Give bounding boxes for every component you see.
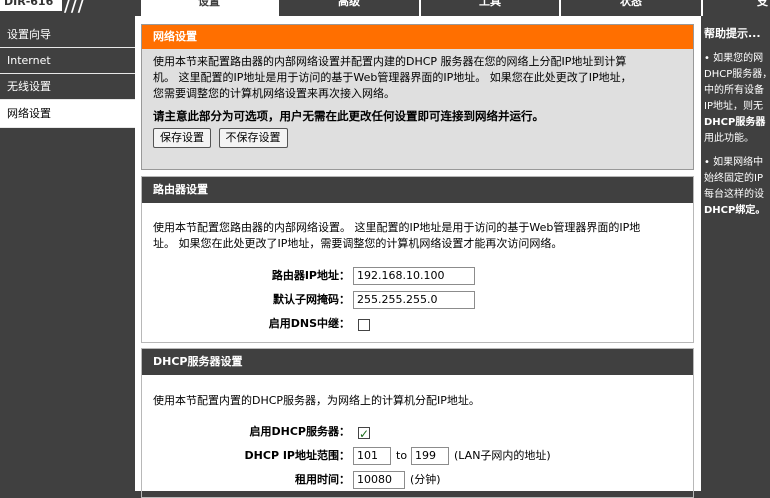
help-panel: 帮助提示... • 如果您的网 DHCP服务器， 中的所有设备 IP地址，则无 … xyxy=(701,16,770,491)
range-to-text: to xyxy=(396,449,408,462)
intro-text-line: 使用本节来配置路由器的内部网络设置并配置内建的DHCP 服务器在您的网络上分配I… xyxy=(153,55,627,68)
subnet-mask-label: 默认子网掩码： xyxy=(273,293,350,306)
dns-relay-checkbox[interactable] xyxy=(358,319,370,331)
dns-relay-label: 启用DNS中继： xyxy=(268,317,350,330)
sidebar-item-internet[interactable]: Internet xyxy=(0,48,135,74)
save-settings-button[interactable]: 保存设置 xyxy=(153,128,211,148)
router-ip-row: 路由器IP地址： 192.168.10.100 xyxy=(142,266,693,286)
logo-slashes: /// xyxy=(64,0,85,15)
sidebar-item-setup-wizard[interactable]: 设置向导 xyxy=(0,22,135,48)
router-ip-label: 路由器IP地址： xyxy=(271,269,350,282)
help-text-line: • 如果您的网 xyxy=(704,53,764,64)
tab-advanced[interactable]: 高级 xyxy=(277,0,419,16)
help-text-line: 始终固定的IP xyxy=(704,173,763,184)
router-text-line: 使用本节配置您路由器的内部网络设置。 这里配置的IP地址是用于访问的基于Web管… xyxy=(153,221,641,234)
range-note: (LAN子网内的地址) xyxy=(454,449,551,462)
dns-relay-row: 启用DNS中继： xyxy=(142,314,693,334)
subnet-mask-row: 默认子网掩码： 255.255.255.0 xyxy=(142,290,693,310)
sidebar-item-wireless[interactable]: 无线设置 xyxy=(0,74,135,100)
dhcp-enable-label: 启用DHCP服务器： xyxy=(249,425,350,438)
help-text-line: 用此功能。 xyxy=(704,133,754,144)
help-text-line: DHCP服务器 xyxy=(704,117,766,128)
help-title: 帮助提示... xyxy=(704,27,761,40)
top-navigation-bar: DIR-616 /// 设置 高级 工具 状态 支 xyxy=(0,0,770,16)
tab-support[interactable]: 支 xyxy=(701,0,770,16)
sidebar: 设置向导 Internet 无线设置 网络设置 xyxy=(0,16,135,491)
lease-time-input[interactable]: 10080 xyxy=(353,471,405,489)
section-title: DHCP服务器设置 xyxy=(142,349,693,375)
dhcp-range-start-input[interactable]: 101 xyxy=(353,447,391,465)
help-text-line: DHCP服务器， xyxy=(704,69,770,80)
section-title: 路由器设置 xyxy=(142,177,693,203)
tab-tools[interactable]: 工具 xyxy=(419,0,559,16)
main-content: 网络设置 使用本节来配置路由器的内部网络设置并配置内建的DHCP 服务器在您的网… xyxy=(139,16,697,498)
dhcp-settings-section: DHCP服务器设置 使用本节配置内置的DHCP服务器，为网络上的计算机分配IP地… xyxy=(141,348,694,498)
help-text-line: 每台这样的设 xyxy=(704,189,764,200)
dont-save-settings-button[interactable]: 不保存设置 xyxy=(218,128,288,148)
subnet-mask-input[interactable]: 255.255.255.0 xyxy=(353,291,475,309)
help-text-line: IP地址，则无 xyxy=(704,101,763,112)
intro-text-line: 机。 这里配置的IP地址是用于访问的基于Web管理器界面的IP地址。 如果您在此… xyxy=(153,71,632,84)
optional-note: 请主意此部分为可选项，用户无需在此更改任何设置即可连接到网络并运行。 xyxy=(153,109,544,123)
lease-time-row: 租用时间： 10080 (分钟) xyxy=(142,470,693,490)
dhcp-text-line: 使用本节配置内置的DHCP服务器，为网络上的计算机分配IP地址。 xyxy=(153,394,480,407)
help-text-line: • 如果网络中 xyxy=(704,157,764,168)
dhcp-enable-row: 启用DHCP服务器： xyxy=(142,422,693,444)
intro-text-line: 您需要调整您的计算机网络设置来再次接入网络。 xyxy=(153,87,395,100)
tab-setup[interactable]: 设置 xyxy=(139,0,277,16)
lease-time-label: 租用时间： xyxy=(295,473,350,486)
help-text-line: 中的所有设备 xyxy=(704,85,764,96)
help-text-line: DHCP绑定。 xyxy=(704,205,766,216)
section-title: 网络设置 xyxy=(142,25,693,49)
sidebar-item-network[interactable]: 网络设置 xyxy=(0,100,135,128)
intro-section: 网络设置 使用本节来配置路由器的内部网络设置并配置内建的DHCP 服务器在您的网… xyxy=(141,24,694,170)
dhcp-range-row: DHCP IP地址范围： 101 to 199 (LAN子网内的地址) xyxy=(142,446,693,466)
dhcp-enable-checkbox[interactable] xyxy=(358,424,370,444)
router-settings-section: 路由器设置 使用本节配置您路由器的内部网络设置。 这里配置的IP地址是用于访问的… xyxy=(141,176,694,343)
lease-unit: (分钟) xyxy=(410,473,441,486)
dhcp-range-label: DHCP IP地址范围： xyxy=(244,449,350,462)
model-logo: DIR-616 xyxy=(0,0,62,11)
router-ip-input[interactable]: 192.168.10.100 xyxy=(353,267,475,285)
dhcp-range-end-input[interactable]: 199 xyxy=(411,447,449,465)
router-text-line: 址。 如果您在此处更改了IP地址，需要调整您的计算机网络设置才能再次访问网络。 xyxy=(153,237,563,250)
tab-status[interactable]: 状态 xyxy=(559,0,701,16)
